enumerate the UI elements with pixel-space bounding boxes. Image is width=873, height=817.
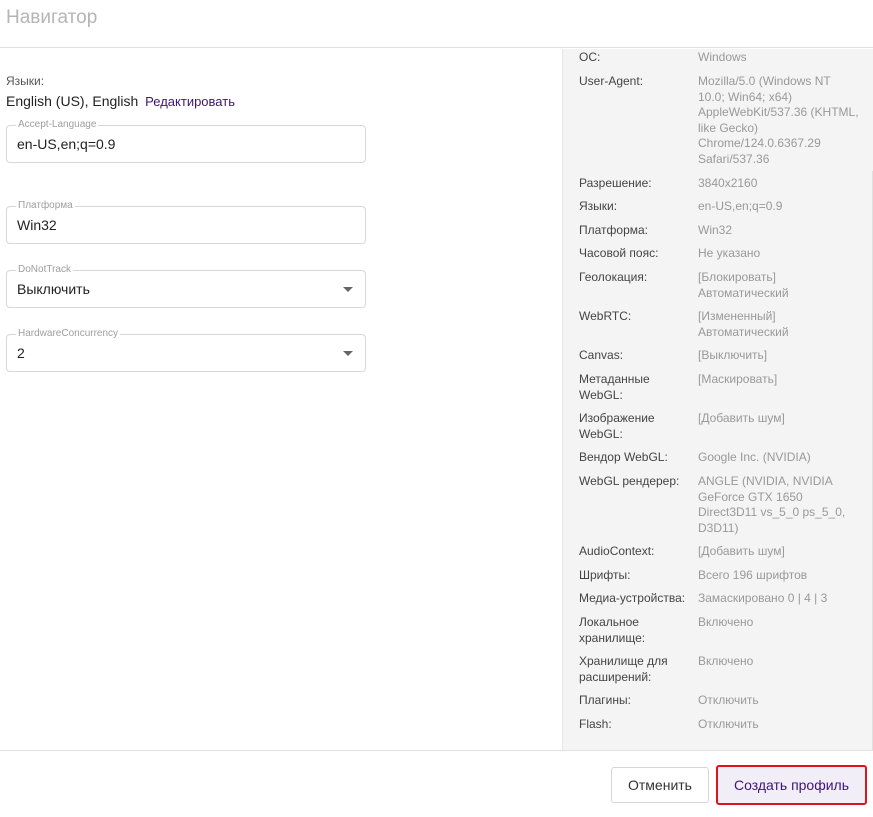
summary-key: Медиа-устройства: [579, 591, 686, 605]
summary-value: Win32 [698, 223, 733, 237]
summary-key: Часовой пояс: [579, 246, 659, 260]
summary-value: Включено [698, 615, 754, 629]
summary-key: Шрифты: [579, 568, 631, 582]
summary-value: [Добавить шум] [698, 544, 785, 558]
accept-language-value: en-US,en;q=0.9 [17, 136, 116, 152]
page-title: Навигатор [6, 7, 98, 28]
accept-language-label: Accept-Language [16, 118, 99, 132]
hardware-concurrency-label: HardwareConcurrency [16, 327, 121, 341]
dialog-header: Навигатор [0, 0, 873, 48]
summary-value: Отключить [698, 693, 759, 707]
summary-key: ОС: [579, 50, 601, 64]
summary-value: Не указано [698, 246, 761, 260]
do-not-track-value: Выключить [17, 281, 90, 297]
hardware-concurrency-value: 2 [17, 345, 25, 361]
platform-label: Платформа [16, 199, 75, 213]
navigator-settings-panel: Языки: English (US), English Редактирова… [0, 49, 562, 750]
summary-value: [Маскировать] [698, 372, 778, 386]
summary-value: Mozilla/5.0 (Windows NT 10.0; Win64; x64… [698, 74, 859, 166]
summary-value: Замаскировано 0 | 4 | 3 [698, 591, 828, 605]
summary-key: Геолокация: [579, 270, 648, 284]
languages-label: Языки: [6, 74, 45, 88]
chevron-down-icon [343, 351, 353, 356]
platform-value: Win32 [17, 217, 57, 233]
summary-value: [Добавить шум] [698, 411, 785, 425]
summary-key: Разрешение: [579, 176, 652, 190]
accept-language-field[interactable]: Accept-Language en-US,en;q=0.9 [6, 118, 366, 163]
summary-value: en-US,en;q=0.9 [698, 199, 783, 213]
summary-value: [Измененный] Автоматический [698, 309, 789, 339]
summary-key: Flash: [579, 717, 612, 731]
cancel-button[interactable]: Отменить [611, 767, 709, 803]
summary-value: Windows [698, 50, 747, 64]
profile-summary-panel: ОС: Windows User-Agent: Mozilla/5.0 (Win… [562, 49, 873, 750]
languages-value: English (US), English [6, 93, 139, 109]
platform-field[interactable]: Платформа Win32 [6, 199, 366, 244]
summary-key: AudioContext: [579, 544, 655, 558]
summary-key: Языки: [579, 199, 618, 213]
dialog-footer: Отменить Создать профиль [0, 750, 873, 817]
summary-key: WebGL рендерер: [579, 474, 680, 488]
hardware-concurrency-select[interactable]: HardwareConcurrency 2 [6, 327, 366, 372]
summary-key: Платформа: [579, 223, 649, 237]
summary-key: Canvas: [579, 348, 624, 362]
summary-key: Хранилище для расширений: [579, 654, 668, 684]
summary-key: WebRTC: [579, 309, 632, 323]
summary-value: 3840x2160 [698, 176, 758, 190]
summary-value: ANGLE (NVIDIA, NVIDIA GeForce GTX 1650 D… [698, 474, 846, 535]
summary-key: Плагины: [579, 693, 631, 707]
languages-value-row: English (US), English Редактировать [6, 93, 235, 109]
chevron-down-icon [343, 287, 353, 292]
summary-value: Отключить [698, 717, 759, 731]
summary-key: User-Agent: [579, 74, 644, 88]
summary-key: Локальное хранилище: [579, 615, 646, 645]
edit-languages-link[interactable]: Редактировать [145, 94, 235, 109]
summary-key: Метаданные WebGL: [579, 372, 650, 402]
summary-value: [Выключить] [698, 348, 768, 362]
summary-value: Google Inc. (NVIDIA) [698, 450, 811, 464]
do-not-track-select[interactable]: DoNotTrack Выключить [6, 263, 366, 308]
summary-value: Включено [698, 654, 754, 668]
summary-key: Вендор WebGL: [579, 450, 668, 464]
summary-value: [Блокировать] Автоматический [698, 270, 789, 300]
do-not-track-label: DoNotTrack [16, 263, 73, 277]
summary-key: Изображение WebGL: [579, 411, 655, 441]
create-profile-button[interactable]: Создать профиль [716, 765, 867, 805]
summary-value: Всего 196 шрифтов [698, 568, 808, 582]
